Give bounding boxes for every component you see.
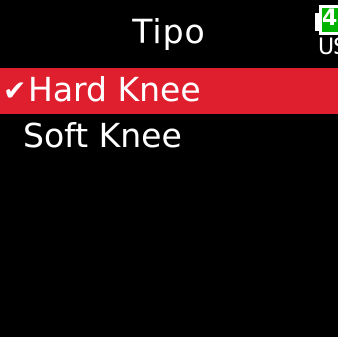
checkmark-icon: ✔ xyxy=(3,74,27,107)
battery-voltage: 4.9 xyxy=(322,6,338,31)
option-label: Soft Knee xyxy=(23,116,182,155)
device-screen: Tipo 4.9 USB ✔ Hard Knee Soft Knee xyxy=(0,0,338,337)
header-bar: Tipo 4.9 USB xyxy=(0,0,338,64)
option-label: Hard Knee xyxy=(28,70,201,109)
battery-indicator: 4.9 USB xyxy=(315,3,338,63)
option-hard-knee[interactable]: ✔ Hard Knee xyxy=(0,68,338,114)
page-title: Tipo xyxy=(132,12,206,51)
option-soft-knee[interactable]: Soft Knee xyxy=(0,114,338,160)
option-list: ✔ Hard Knee Soft Knee xyxy=(0,68,338,160)
power-source-label: USB xyxy=(318,35,338,60)
